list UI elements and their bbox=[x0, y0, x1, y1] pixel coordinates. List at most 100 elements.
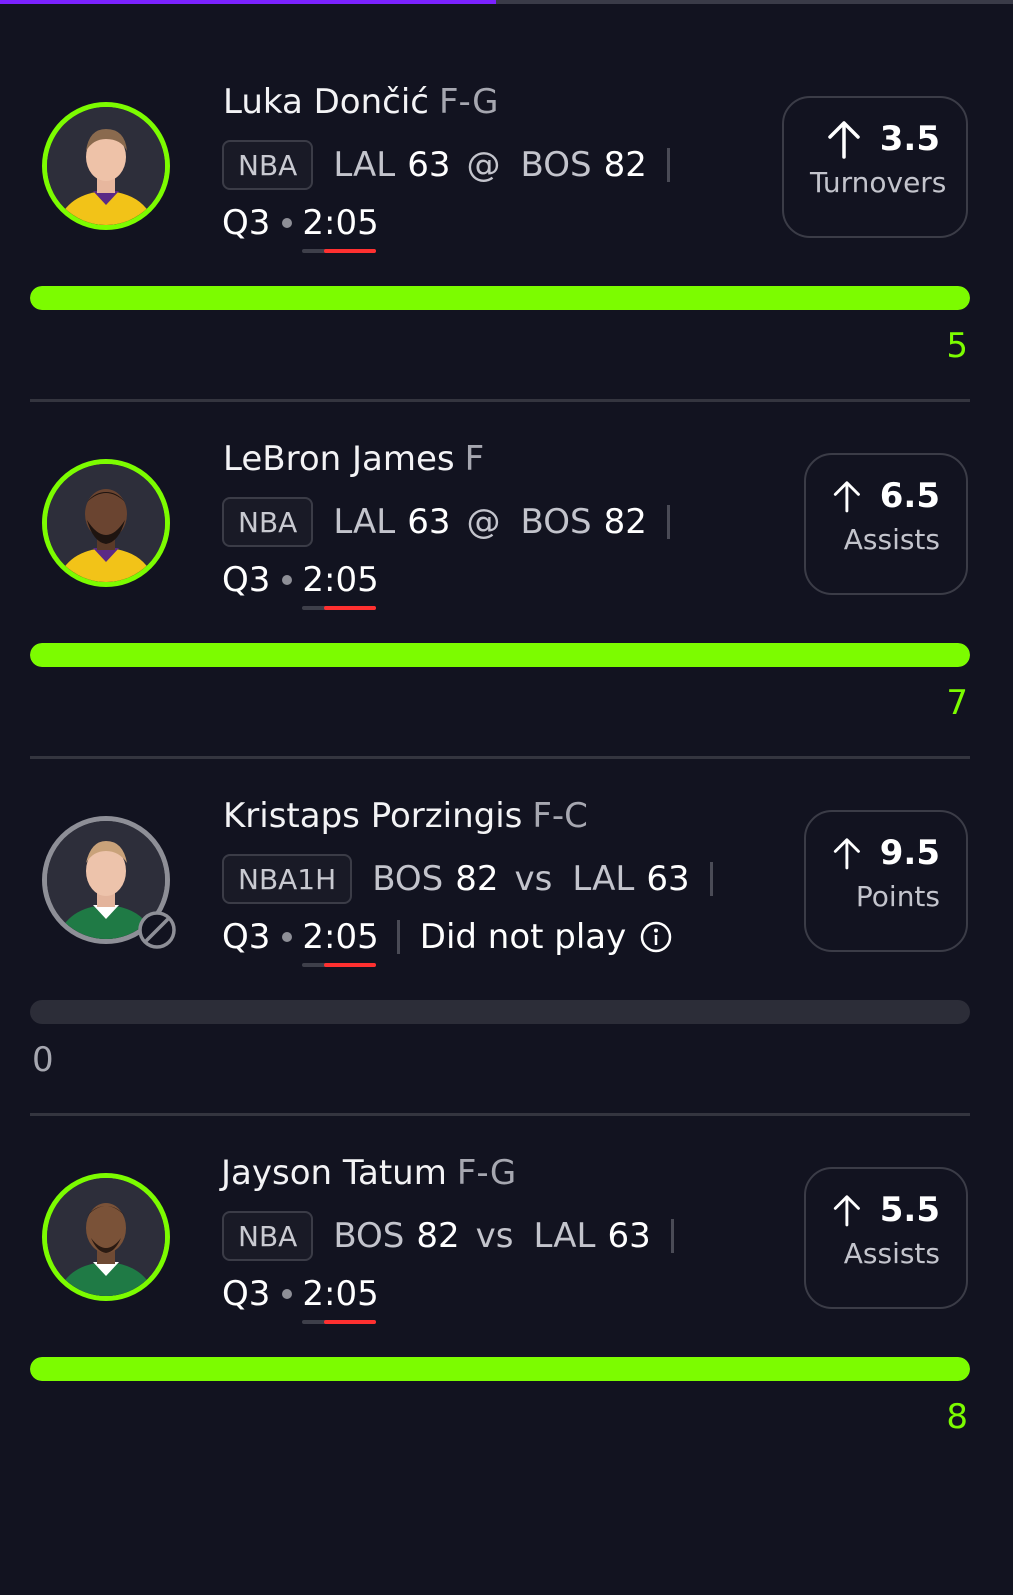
card-divider bbox=[30, 1113, 970, 1116]
player-name-row: Luka Dončić F-G bbox=[223, 82, 498, 122]
up-arrow-icon bbox=[833, 481, 860, 513]
prop-stat-label: Assists bbox=[843, 1237, 940, 1270]
game-info-row: NBA BOS 82 vs LAL 63 bbox=[222, 1209, 674, 1263]
game-info-row: NBA LAL 63 @ BOS 82 bbox=[222, 495, 670, 549]
player-card-luka[interactable]: Luka Dončić F-G NBA LAL 63 @ BOS 82 Q3 2:… bbox=[0, 0, 1013, 366]
score-home: 82 bbox=[603, 145, 647, 185]
stat-progress-track bbox=[30, 1357, 970, 1381]
league-badge: NBA bbox=[222, 1211, 314, 1261]
actual-stat-value: 8 bbox=[946, 1397, 968, 1437]
info-icon[interactable] bbox=[640, 921, 672, 953]
up-arrow-icon bbox=[833, 1195, 860, 1227]
divider bbox=[670, 1219, 674, 1253]
divider bbox=[666, 148, 670, 182]
separator-dot bbox=[282, 1289, 293, 1299]
game-status-row: Q3 2:05 bbox=[222, 1271, 379, 1324]
player-headshot-icon bbox=[47, 1178, 165, 1296]
clock-progress-fill bbox=[324, 606, 377, 610]
card-divider bbox=[30, 756, 970, 759]
stat-progress-fill bbox=[30, 1357, 970, 1381]
game-quarter: Q3 bbox=[222, 917, 271, 957]
game-clock: 2:05 bbox=[302, 560, 379, 600]
ban-icon bbox=[138, 911, 176, 949]
player-avatar bbox=[42, 1173, 170, 1301]
matchup-separator: @ bbox=[466, 145, 501, 185]
team-home: BOS bbox=[520, 145, 592, 185]
matchup-separator: vs bbox=[475, 1216, 514, 1256]
game-info-row: NBA1H BOS 82 vs LAL 63 bbox=[222, 852, 713, 906]
player-position: F-C bbox=[532, 796, 588, 836]
game-status-row: Q3 2:05 bbox=[222, 200, 379, 253]
prop-line-box[interactable]: 5.5 Assists bbox=[804, 1167, 968, 1309]
stat-progress-fill bbox=[30, 286, 970, 310]
clock-wrap: 2:05 bbox=[302, 203, 379, 253]
team-home: LAL bbox=[572, 859, 635, 899]
stat-progress-track bbox=[30, 1000, 970, 1024]
prop-line-box[interactable]: 9.5 Points bbox=[804, 810, 968, 952]
prop-line-box[interactable]: 3.5 Turnovers bbox=[782, 96, 968, 238]
game-quarter: Q3 bbox=[222, 560, 271, 600]
up-arrow-icon bbox=[833, 838, 860, 870]
stat-progress-track bbox=[30, 286, 970, 310]
up-arrow-icon bbox=[828, 121, 860, 159]
game-quarter: Q3 bbox=[222, 203, 271, 243]
league-badge: NBA bbox=[222, 497, 314, 547]
team-home: BOS bbox=[520, 502, 592, 542]
player-card-tatum[interactable]: Jayson Tatum F-G NBA BOS 82 vs LAL 63 Q3 … bbox=[0, 1071, 1013, 1437]
prop-line-value: 5.5 bbox=[879, 1190, 940, 1230]
separator-dot bbox=[282, 575, 293, 585]
player-status-text: Did not play bbox=[419, 917, 627, 957]
game-info-row: NBA LAL 63 @ BOS 82 bbox=[222, 138, 670, 192]
game-status-row: Q3 2:05 bbox=[222, 557, 379, 610]
player-name: Jayson Tatum bbox=[221, 1153, 447, 1193]
score-home: 63 bbox=[607, 1216, 651, 1256]
player-card-lebron[interactable]: LeBron James F NBA LAL 63 @ BOS 82 Q3 2:0… bbox=[0, 357, 1013, 723]
matchup-separator: vs bbox=[514, 859, 553, 899]
player-position: F-G bbox=[439, 82, 499, 122]
divider bbox=[396, 920, 400, 954]
player-name-row: Kristaps Porzingis F-C bbox=[223, 796, 588, 836]
score-away: 63 bbox=[407, 502, 451, 542]
player-name: Luka Dončić bbox=[223, 82, 429, 122]
prop-stat-label: Points bbox=[855, 880, 940, 913]
player-name: LeBron James bbox=[223, 439, 455, 479]
prop-line-box[interactable]: 6.5 Assists bbox=[804, 453, 968, 595]
player-headshot-icon bbox=[47, 464, 165, 582]
clock-progress-fill bbox=[324, 249, 377, 253]
clock-wrap: 2:05 bbox=[302, 560, 379, 610]
matchup-separator: @ bbox=[466, 502, 501, 542]
team-away: BOS bbox=[372, 859, 444, 899]
stat-progress-track bbox=[30, 643, 970, 667]
separator-dot bbox=[282, 218, 293, 228]
team-home: LAL bbox=[533, 1216, 596, 1256]
player-name: Kristaps Porzingis bbox=[223, 796, 523, 836]
score-home: 82 bbox=[603, 502, 647, 542]
game-clock: 2:05 bbox=[302, 203, 379, 243]
score-home: 63 bbox=[646, 859, 690, 899]
team-away: BOS bbox=[333, 1216, 405, 1256]
clock-wrap: 2:05 bbox=[302, 917, 379, 967]
clock-wrap: 2:05 bbox=[302, 1274, 379, 1324]
divider bbox=[666, 505, 670, 539]
team-away: LAL bbox=[333, 502, 396, 542]
player-card-porzingis[interactable]: Kristaps Porzingis F-C NBA1H BOS 82 vs LA… bbox=[0, 714, 1013, 1080]
player-avatar bbox=[42, 459, 170, 587]
score-away: 82 bbox=[416, 1216, 460, 1256]
score-away: 82 bbox=[455, 859, 499, 899]
separator-dot bbox=[282, 932, 293, 942]
game-clock: 2:05 bbox=[302, 917, 379, 957]
player-position: F bbox=[464, 439, 485, 479]
league-badge: NBA1H bbox=[222, 854, 353, 904]
player-avatar bbox=[42, 102, 170, 230]
clock-progress-fill bbox=[324, 1320, 377, 1324]
divider bbox=[709, 862, 713, 896]
card-divider bbox=[30, 399, 970, 402]
team-away: LAL bbox=[333, 145, 396, 185]
page: Luka Dončić F-G NBA LAL 63 @ BOS 82 Q3 2:… bbox=[0, 0, 1013, 1595]
game-quarter: Q3 bbox=[222, 1274, 271, 1314]
stat-progress-fill bbox=[30, 643, 970, 667]
game-clock: 2:05 bbox=[302, 1274, 379, 1314]
prop-stat-label: Assists bbox=[843, 523, 940, 556]
player-position: F-G bbox=[456, 1153, 517, 1193]
game-status-row: Q3 2:05 Did not play bbox=[222, 914, 672, 967]
